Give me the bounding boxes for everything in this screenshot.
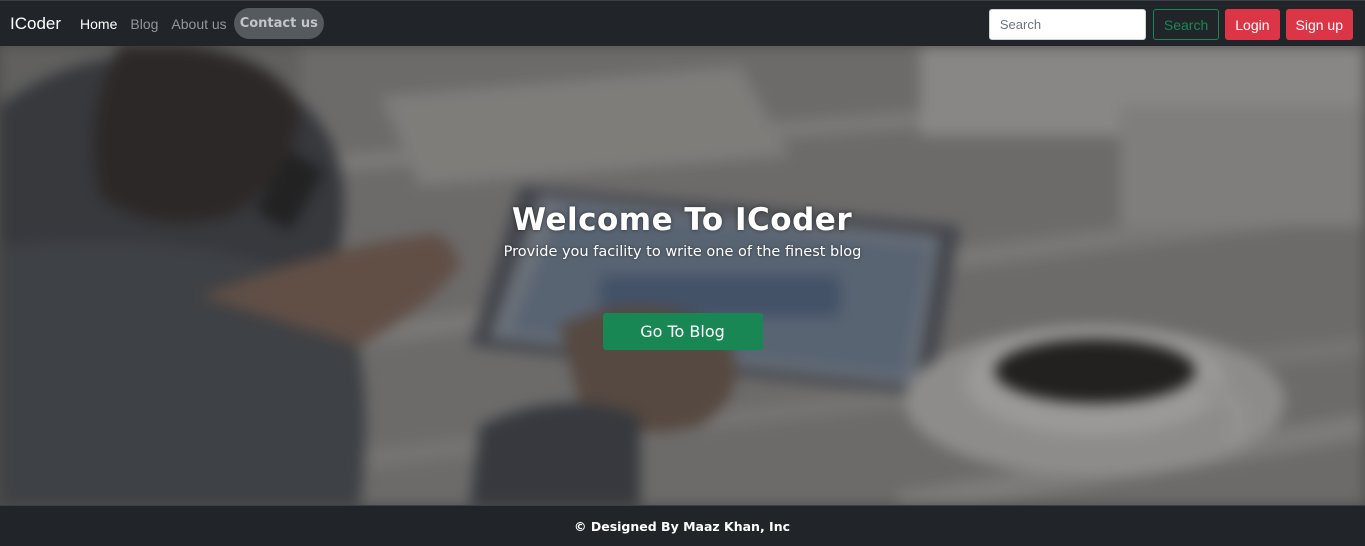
- search-button[interactable]: Search: [1152, 9, 1220, 40]
- signup-button[interactable]: Sign up: [1285, 9, 1353, 40]
- hero-section: Welcome To ICoder Provide you facility t…: [0, 46, 1365, 505]
- nav-link-about[interactable]: About us: [171, 16, 226, 32]
- login-button[interactable]: Login: [1225, 9, 1280, 40]
- footer: © Designed By Maaz Khan, Inc: [0, 505, 1365, 546]
- nav-link-contact[interactable]: Contact us: [233, 8, 324, 39]
- hero-title: Welcome To ICoder: [511, 202, 853, 238]
- nav-actions: Search Login Sign up: [988, 9, 1353, 40]
- search-input[interactable]: [988, 9, 1146, 40]
- brand-logo[interactable]: ICoder: [10, 14, 61, 34]
- nav-link-home[interactable]: Home: [80, 16, 117, 32]
- hero-subtitle: Provide you facility to write one of the…: [503, 244, 862, 260]
- hero-content: Welcome To ICoder Provide you facility t…: [0, 46, 1365, 505]
- footer-text: © Designed By Maaz Khan, Inc: [574, 518, 790, 534]
- navbar: ICoder Home Blog About us Contact us Sea…: [0, 0, 1365, 46]
- go-to-blog-button[interactable]: Go To Blog: [602, 313, 763, 350]
- nav-link-blog[interactable]: Blog: [130, 16, 158, 32]
